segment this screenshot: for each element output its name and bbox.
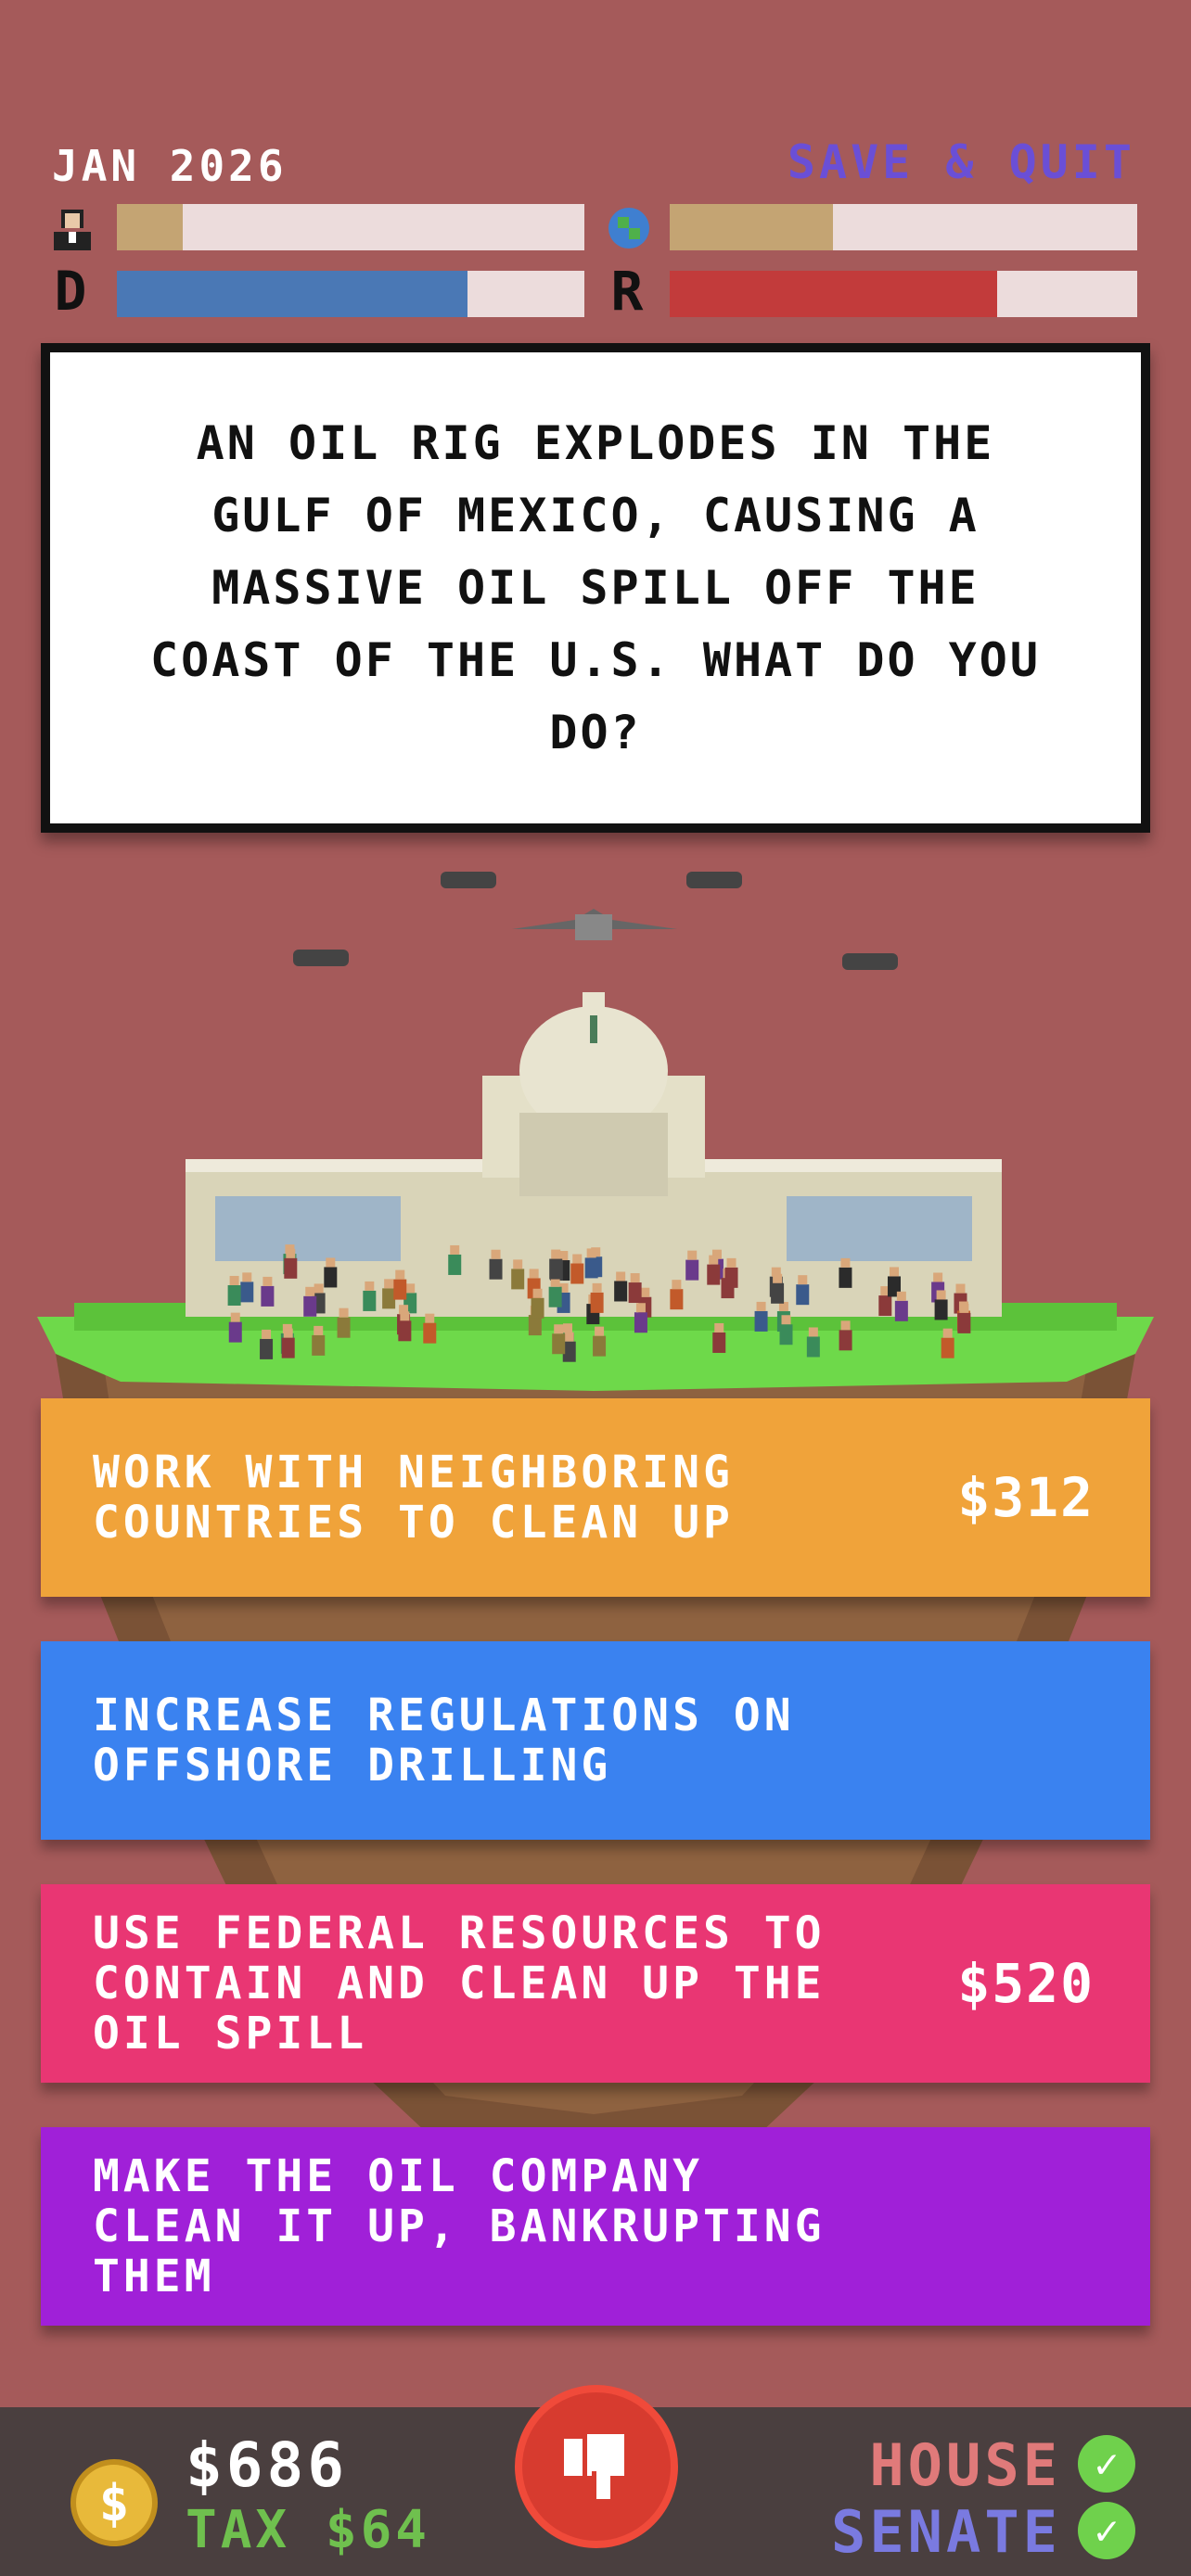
crowd-person (934, 1290, 948, 1320)
tax-amount: TAX $64 (186, 2500, 431, 2560)
republican-meter-fill (670, 271, 997, 317)
crowd-person (724, 1257, 738, 1288)
question-box: AN OIL RIG EXPLODES IN THE GULF OF MEXIC… (41, 343, 1150, 833)
coin-icon: $ (70, 2459, 158, 2546)
crowd-person (584, 1248, 598, 1279)
veto-button[interactable] (515, 2385, 678, 2548)
crowd-person (303, 1286, 317, 1317)
crowd-person (531, 1288, 544, 1319)
choice-label: WORK WITH NEIGHBORING COUNTRIES TO CLEAN… (93, 1447, 734, 1549)
crowd-person (552, 1324, 566, 1355)
choice-cost: $520 (957, 1952, 1095, 2015)
person-icon (46, 202, 98, 254)
choice-label: INCREASE REGULATIONS ON OFFSHORE DRILLIN… (93, 1690, 795, 1792)
crowd-person (614, 1271, 628, 1302)
crowd-person (548, 1277, 562, 1307)
approval-meter-fill (117, 204, 183, 250)
crowd-person (593, 1326, 607, 1357)
crowd-person (337, 1307, 351, 1338)
crowd-person (590, 1282, 604, 1313)
crowd-person (423, 1313, 437, 1344)
save-quit-button[interactable]: SAVE & QUIT (788, 135, 1135, 189)
crowd-person (839, 1257, 852, 1288)
crowd-person (707, 1255, 721, 1285)
crowd-person (227, 1275, 241, 1306)
world-meter-fill (670, 204, 834, 250)
crowd-person (712, 1322, 726, 1353)
choice-cost: $312 (957, 1466, 1095, 1529)
crowd-person (570, 1254, 584, 1284)
crowd-person (839, 1320, 852, 1351)
choice-label: MAKE THE OIL COMPANY CLEAN IT UP, BANKRU… (93, 2150, 826, 2302)
crowd-person (240, 1272, 254, 1303)
crowd-person (894, 1291, 908, 1321)
crowd-person (771, 1273, 785, 1304)
globe-icon (603, 202, 655, 254)
crowd-person (549, 1249, 563, 1280)
crowd-person (281, 1328, 295, 1358)
crowd-person (628, 1273, 642, 1304)
choice-button-3[interactable]: USE FEDERAL RESOURCES TO CONTAIN AND CLE… (41, 1884, 1150, 2083)
crowd-person (957, 1303, 971, 1333)
crowd-person (284, 1248, 298, 1279)
choice-label: USE FEDERAL RESOURCES TO CONTAIN AND CLE… (93, 1907, 826, 2060)
choice-button-4[interactable]: MAKE THE OIL COMPANY CLEAN IT UP, BANKRU… (41, 2127, 1150, 2326)
crowd-person (393, 1269, 407, 1300)
house-label: HOUSE (869, 2431, 1061, 2499)
crowd-person (260, 1329, 274, 1359)
choice-button-1[interactable]: WORK WITH NEIGHBORING COUNTRIES TO CLEAN… (41, 1398, 1150, 1597)
thumbs-down-icon (564, 2434, 624, 2499)
senate-check-icon: ✓ (1078, 2502, 1135, 2559)
crowd-person (228, 1312, 242, 1343)
crowd-person (261, 1276, 275, 1307)
crowd-person (511, 1259, 525, 1290)
date-label: JAN 2026 (52, 141, 288, 191)
crowd-person (363, 1281, 377, 1311)
crowd-person (489, 1249, 503, 1280)
status-footer: $ $686 TAX $64 HOUSE ✓ SENATE ✓ (0, 2385, 1191, 2576)
crowd-person (398, 1311, 412, 1342)
question-text: AN OIL RIG EXPLODES IN THE GULF OF MEXIC… (150, 416, 1041, 759)
house-check-icon: ✓ (1078, 2435, 1135, 2493)
crowd-person (941, 1328, 954, 1358)
crowd-person (806, 1327, 820, 1358)
fighter-jet (512, 909, 677, 940)
democrat-label: D (54, 260, 87, 323)
senate-label: SENATE (831, 2498, 1061, 2566)
democrat-meter-fill (117, 271, 467, 317)
crowd-person (754, 1301, 768, 1332)
crowd-person (670, 1280, 684, 1310)
money-amount: $686 (186, 2429, 348, 2501)
crowd-person (796, 1275, 810, 1306)
crowd-person (448, 1244, 462, 1275)
crowd-person (685, 1250, 699, 1281)
choice-button-2[interactable]: INCREASE REGULATIONS ON OFFSHORE DRILLIN… (41, 1641, 1150, 1840)
crowd-person (779, 1315, 793, 1345)
crowd-person (312, 1325, 326, 1356)
crowd-person (382, 1279, 396, 1309)
crowd-person (324, 1257, 338, 1288)
republican-label: R (610, 260, 644, 323)
crowd-person (634, 1303, 647, 1333)
